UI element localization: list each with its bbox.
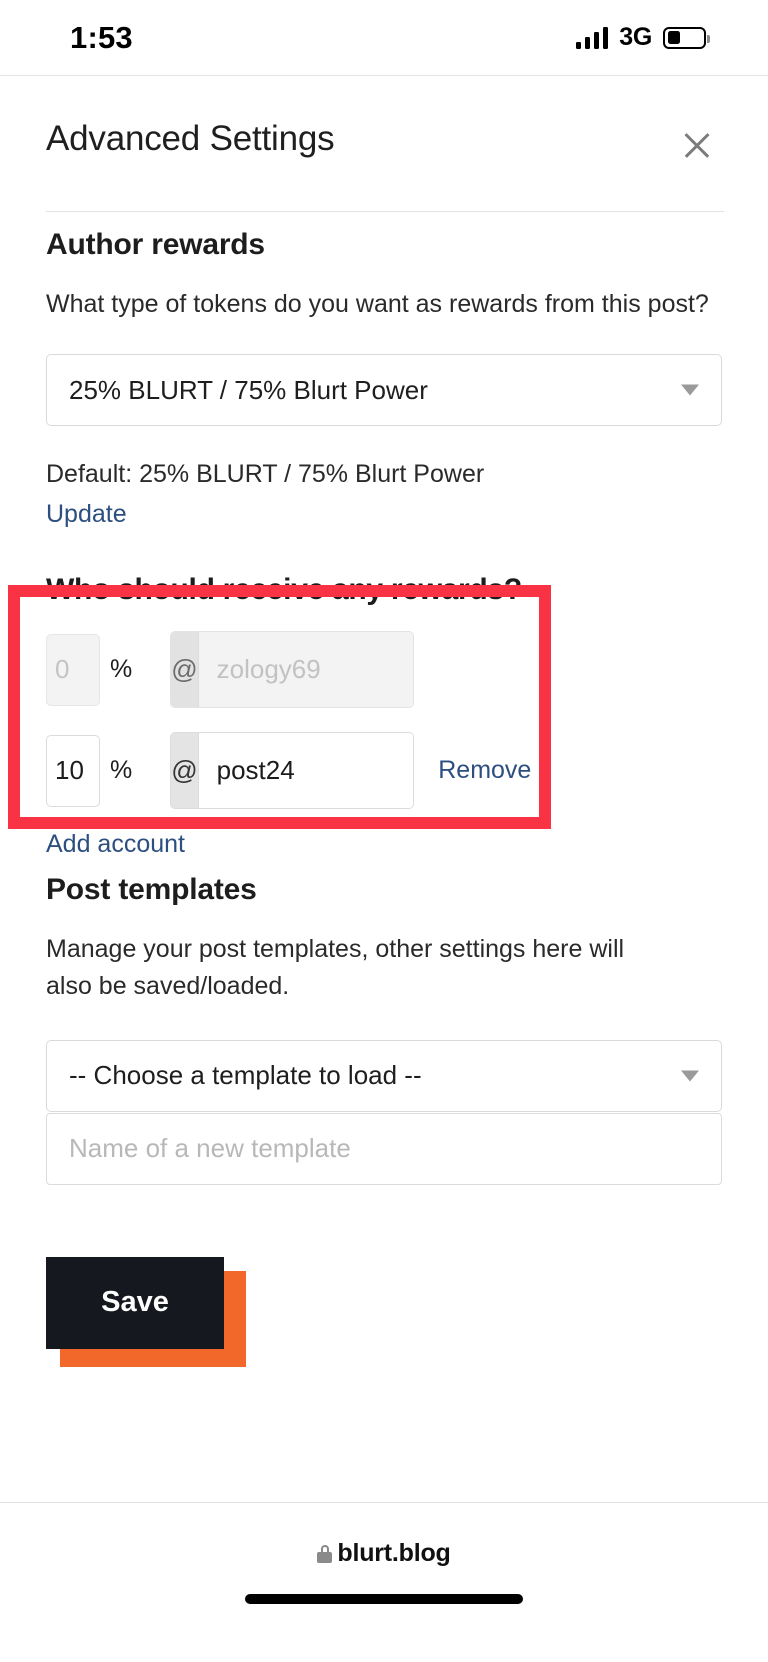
author-rewards-heading: Author rewards xyxy=(46,228,265,261)
add-account-link[interactable]: Add account xyxy=(46,830,185,859)
beneficiary-account-input[interactable] xyxy=(198,733,414,809)
status-bar-time: 1:53 xyxy=(70,19,133,55)
close-icon[interactable] xyxy=(678,126,716,164)
beneficiary-percent-input[interactable] xyxy=(46,633,100,706)
beneficiary-account-group: @ xyxy=(170,631,415,709)
post-templates-heading: Post templates xyxy=(46,873,257,907)
beneficiaries-heading: Who should receive any rewards? xyxy=(46,573,522,607)
browser-bottom-bar: blurt.blog xyxy=(0,1502,768,1662)
lock-icon xyxy=(317,1544,333,1563)
percent-sign-label: % xyxy=(110,655,133,684)
modal-header: Advanced Settings xyxy=(0,76,768,212)
network-type-label: 3G xyxy=(619,23,652,51)
beneficiary-account-input[interactable] xyxy=(198,632,414,708)
beneficiary-percent-input[interactable] xyxy=(46,734,100,807)
author-rewards-question: What type of tokens do you want as rewar… xyxy=(46,290,709,318)
default-reward-text: Default: 25% BLURT / 75% Blurt Power xyxy=(46,460,485,489)
table-row: % @ xyxy=(46,631,722,709)
save-button-wrapper: Save xyxy=(46,1256,246,1367)
new-template-name-input[interactable] xyxy=(46,1112,722,1185)
remove-beneficiary-link[interactable]: Remove xyxy=(438,756,531,785)
chevron-down-icon xyxy=(681,384,699,396)
beneficiary-account-group: @ xyxy=(170,732,415,810)
chevron-down-icon xyxy=(681,1070,699,1082)
settings-content: Author rewards What type of tokens do yo… xyxy=(0,196,768,1367)
reward-type-select[interactable]: 25% BLURT / 75% Blurt Power xyxy=(46,354,722,427)
phone-screen: 1:53 3G Advanced Settings Author rewards… xyxy=(0,0,768,1662)
template-load-select[interactable]: -- Choose a template to load -- xyxy=(46,1039,722,1112)
at-symbol-icon: @ xyxy=(171,632,199,708)
page-title: Advanced Settings xyxy=(46,119,335,158)
home-indicator[interactable] xyxy=(245,1594,523,1604)
reward-type-value: 25% BLURT / 75% Blurt Power xyxy=(69,374,428,405)
update-link[interactable]: Update xyxy=(46,500,127,529)
battery-icon xyxy=(663,26,710,49)
save-button[interactable]: Save xyxy=(46,1256,224,1349)
status-bar: 1:53 3G xyxy=(0,0,768,76)
template-load-value: -- Choose a template to load -- xyxy=(69,1060,422,1091)
at-symbol-icon: @ xyxy=(171,733,199,809)
table-row: % @ Remove xyxy=(46,732,722,810)
post-templates-description: Manage your post templates, other settin… xyxy=(46,935,625,1000)
url-text: blurt.blog xyxy=(337,1539,451,1567)
percent-sign-label: % xyxy=(110,756,133,785)
beneficiaries-section: Who should receive any rewards? % @ % @ … xyxy=(46,573,722,810)
status-bar-indicators: 3G xyxy=(575,23,710,52)
url-display[interactable]: blurt.blog xyxy=(317,1539,451,1568)
signal-bars-icon xyxy=(575,26,609,49)
